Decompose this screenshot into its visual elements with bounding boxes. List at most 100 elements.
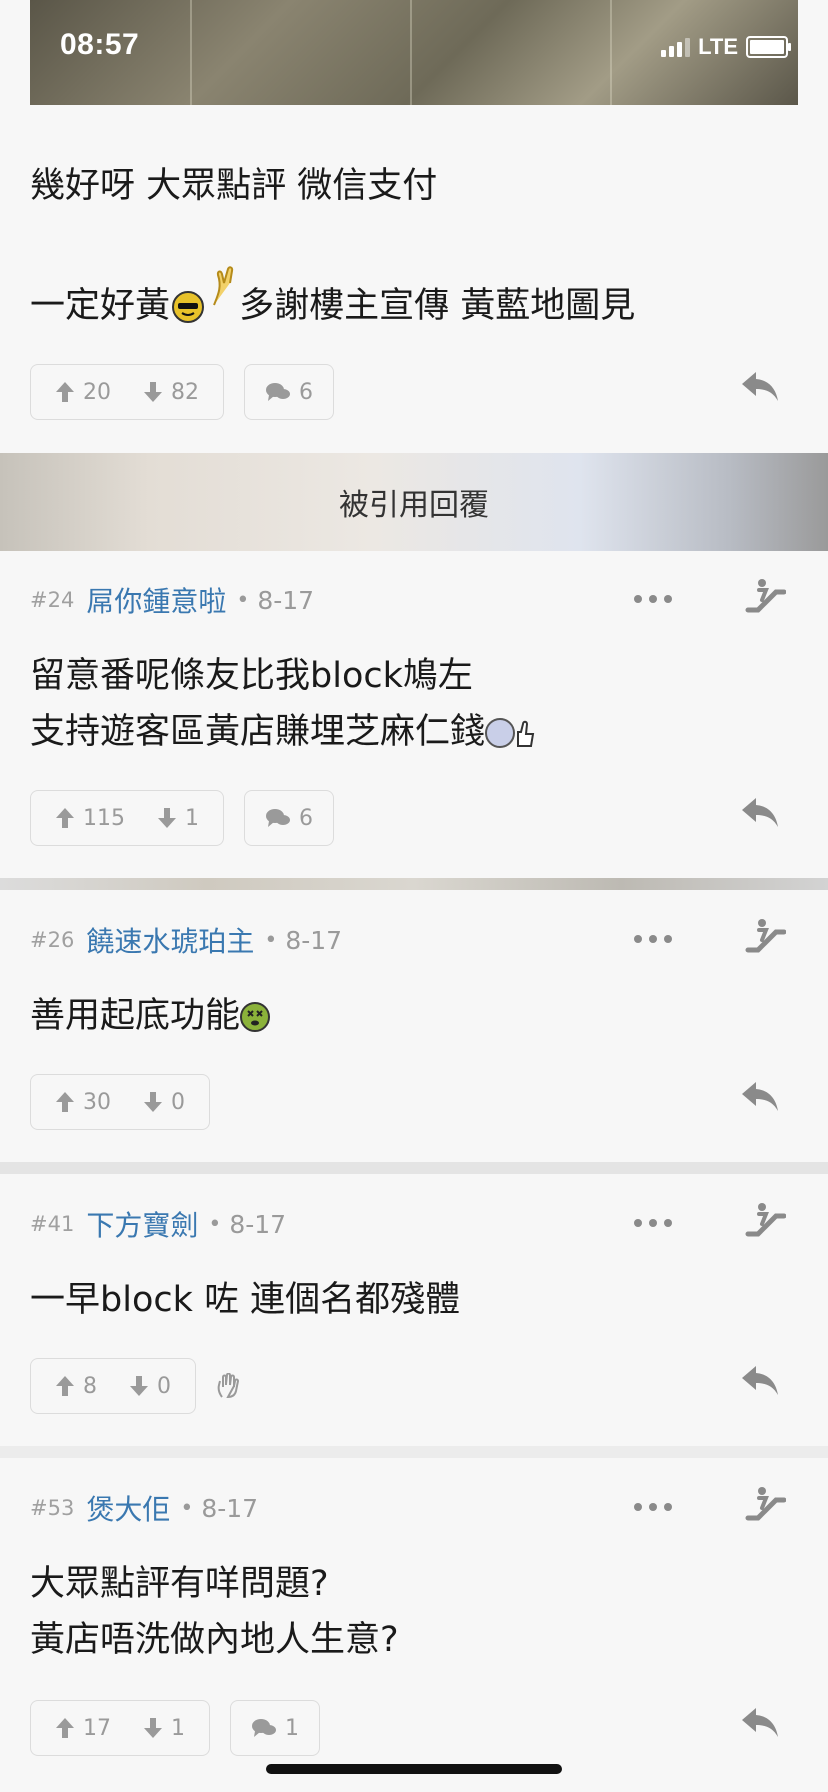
downvote-count: 82	[171, 379, 199, 405]
reply-arrow-icon[interactable]	[740, 1080, 780, 1114]
downvote-count: 0	[157, 1373, 171, 1399]
vote-box: 20 82	[30, 364, 224, 420]
reply-arrow-icon[interactable]	[740, 796, 780, 830]
reply-header: #53 煲大佢 • 8-17	[30, 1488, 258, 1528]
downvote-button[interactable]: 1	[157, 806, 199, 831]
sunglasses-ok-emoji-icon	[172, 266, 234, 323]
reply-text-line: 大眾點評有咩問題?	[30, 1564, 329, 1604]
reply-header: #24 屌你鍾意啦 • 8-17	[30, 580, 314, 620]
reply-arrow-icon[interactable]	[740, 1706, 780, 1740]
reply-text-line: 一早block 咗 連個名都殘體	[30, 1280, 461, 1320]
escalator-icon[interactable]	[744, 1486, 786, 1524]
thumbs-up-smiley-icon	[485, 718, 516, 748]
comment-count: 6	[299, 805, 313, 831]
username-link[interactable]: 屌你鍾意啦	[86, 580, 226, 620]
username-link[interactable]: 煲大佢	[86, 1488, 170, 1528]
quoted-replies-label: 被引用回覆	[339, 488, 489, 523]
arrow-up-icon	[56, 1376, 74, 1396]
reply-text-segment: 善用起底功能	[30, 996, 241, 1036]
username-link[interactable]: 饒速水琥珀主	[86, 920, 254, 960]
home-indicator[interactable]	[266, 1764, 562, 1774]
more-dots-icon[interactable]	[634, 1219, 672, 1227]
reply-number: #26	[30, 928, 75, 952]
reply-arrow-icon[interactable]	[740, 1364, 780, 1398]
reply-text-line: 留意番呢條友比我block鳩左	[30, 656, 473, 696]
upvote-button[interactable]: 115	[55, 806, 125, 831]
thumbs-up-icon	[517, 720, 535, 747]
battery-icon	[746, 36, 791, 58]
speech-bubbles-icon	[252, 1719, 276, 1737]
upvote-count: 30	[83, 1089, 111, 1115]
reply-date: 8-17	[201, 1493, 259, 1523]
arrow-up-icon	[56, 1718, 74, 1738]
upvote-count: 20	[83, 379, 111, 405]
divider	[0, 1162, 828, 1174]
comments-button[interactable]: 6	[244, 790, 334, 846]
reply-number: #41	[30, 1212, 75, 1236]
divider	[0, 878, 828, 890]
downvote-button[interactable]: 82	[143, 380, 199, 405]
reply-actions: 8 0	[30, 1358, 240, 1414]
upvote-button[interactable]: 20	[55, 380, 111, 405]
upvote-count: 17	[83, 1715, 111, 1741]
arrow-up-icon	[56, 382, 74, 402]
vote-box: 8 0	[30, 1358, 196, 1414]
quoted-replies-banner[interactable]: 被引用回覆	[0, 453, 828, 551]
upvote-count: 8	[83, 1373, 97, 1399]
post-text-segment: 一定好黃	[30, 286, 171, 326]
reply-date: 8-17	[285, 925, 343, 955]
reply-actions: 17 1 1	[30, 1700, 320, 1756]
reply-arrow-icon[interactable]	[740, 370, 780, 404]
escalator-icon[interactable]	[744, 1202, 786, 1240]
signal-icon	[661, 37, 691, 57]
speech-bubbles-icon	[266, 383, 290, 401]
comment-count: 1	[285, 1715, 299, 1741]
upvote-button[interactable]: 17	[55, 1716, 111, 1741]
sick-face-emoji-icon	[240, 1002, 271, 1032]
vote-box: 115 1	[30, 790, 224, 846]
upvote-count: 115	[83, 805, 125, 831]
separator-dot: •	[264, 927, 278, 953]
escalator-icon[interactable]	[744, 578, 786, 616]
status-indicators: LTE	[661, 34, 791, 60]
comments-button[interactable]: 6	[244, 364, 334, 420]
divider	[0, 1446, 828, 1458]
escalator-icon[interactable]	[744, 918, 786, 956]
downvote-button[interactable]: 0	[129, 1374, 171, 1399]
arrow-down-icon	[144, 1092, 162, 1112]
downvote-count: 1	[185, 805, 199, 831]
separator-dot: •	[180, 1495, 194, 1521]
downvote-count: 0	[171, 1089, 185, 1115]
post-text-line: 幾好呀 大眾點評 微信支付	[30, 166, 438, 206]
reply-date: 8-17	[229, 1209, 287, 1239]
downvote-button[interactable]: 0	[143, 1090, 185, 1115]
username-link[interactable]: 下方寶劍	[86, 1204, 198, 1244]
reply-text-line: 支持遊客區黃店賺埋芝麻仁錢	[30, 704, 535, 760]
arrow-up-icon	[56, 1092, 74, 1112]
raised-hand-icon[interactable]	[216, 1358, 240, 1414]
post-text-line: 一定好黃 多謝樓主宣傳 黃藍地圖見	[30, 266, 636, 334]
network-label: LTE	[698, 34, 738, 59]
more-dots-icon[interactable]	[634, 935, 672, 943]
arrow-down-icon	[144, 382, 162, 402]
arrow-down-icon	[130, 1376, 148, 1396]
status-time: 08:57	[60, 28, 140, 61]
more-dots-icon[interactable]	[634, 1503, 672, 1511]
reply-header: #41 下方寶劍 • 8-17	[30, 1204, 286, 1244]
post-text-segment: 多謝樓主宣傳 黃藍地圖見	[228, 286, 636, 326]
vote-box: 17 1	[30, 1700, 210, 1756]
arrow-down-icon	[158, 808, 176, 828]
reply-number: #53	[30, 1496, 75, 1520]
post-actions: 20 82 6	[30, 364, 334, 420]
reply-text-line: 黃店唔洗做內地人生意?	[30, 1620, 399, 1660]
reply-text-line: 善用起底功能	[30, 988, 271, 1044]
separator-dot: •	[208, 1211, 222, 1237]
more-dots-icon[interactable]	[634, 595, 672, 603]
downvote-button[interactable]: 1	[143, 1716, 185, 1741]
separator-dot: •	[236, 587, 250, 613]
comment-count: 6	[299, 379, 313, 405]
arrow-down-icon	[144, 1718, 162, 1738]
upvote-button[interactable]: 8	[55, 1374, 97, 1399]
upvote-button[interactable]: 30	[55, 1090, 111, 1115]
comments-button[interactable]: 1	[230, 1700, 320, 1756]
